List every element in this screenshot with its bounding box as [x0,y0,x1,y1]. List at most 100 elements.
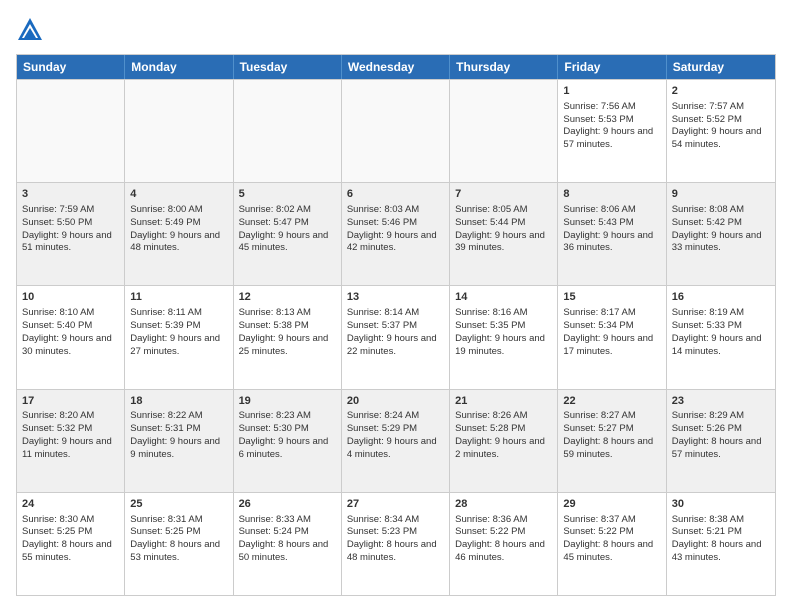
daylight-text: Daylight: 8 hours and 59 minutes. [563,436,653,460]
calendar-cell [125,80,233,182]
calendar-cell: 13Sunrise: 8:14 AMSunset: 5:37 PMDayligh… [342,286,450,388]
sunrise-text: Sunrise: 8:31 AM [130,514,202,525]
calendar-day-header: Thursday [450,55,558,79]
day-number: 21 [455,394,552,409]
sunset-text: Sunset: 5:38 PM [239,320,309,331]
sunrise-text: Sunrise: 8:23 AM [239,410,311,421]
daylight-text: Daylight: 9 hours and 17 minutes. [563,333,653,357]
day-number: 25 [130,497,227,512]
day-number: 15 [563,290,660,305]
day-number: 16 [672,290,770,305]
header [16,16,776,44]
sunset-text: Sunset: 5:37 PM [347,320,417,331]
day-number: 28 [455,497,552,512]
daylight-text: Daylight: 8 hours and 53 minutes. [130,539,220,563]
sunset-text: Sunset: 5:44 PM [455,217,525,228]
daylight-text: Daylight: 9 hours and 51 minutes. [22,230,112,254]
daylight-text: Daylight: 8 hours and 48 minutes. [347,539,437,563]
sunrise-text: Sunrise: 8:27 AM [563,410,635,421]
calendar-week: 1Sunrise: 7:56 AMSunset: 5:53 PMDaylight… [17,79,775,182]
sunset-text: Sunset: 5:22 PM [563,526,633,537]
sunrise-text: Sunrise: 8:08 AM [672,204,744,215]
calendar-cell: 21Sunrise: 8:26 AMSunset: 5:28 PMDayligh… [450,390,558,492]
sunset-text: Sunset: 5:35 PM [455,320,525,331]
sunrise-text: Sunrise: 8:13 AM [239,307,311,318]
sunrise-text: Sunrise: 8:10 AM [22,307,94,318]
calendar-day-header: Saturday [667,55,775,79]
calendar-week: 24Sunrise: 8:30 AMSunset: 5:25 PMDayligh… [17,492,775,595]
sunset-text: Sunset: 5:34 PM [563,320,633,331]
day-number: 2 [672,84,770,99]
sunrise-text: Sunrise: 8:17 AM [563,307,635,318]
sunset-text: Sunset: 5:23 PM [347,526,417,537]
calendar-cell: 18Sunrise: 8:22 AMSunset: 5:31 PMDayligh… [125,390,233,492]
calendar-cell: 26Sunrise: 8:33 AMSunset: 5:24 PMDayligh… [234,493,342,595]
daylight-text: Daylight: 8 hours and 46 minutes. [455,539,545,563]
day-number: 3 [22,187,119,202]
calendar-header: SundayMondayTuesdayWednesdayThursdayFrid… [17,55,775,79]
calendar-cell: 10Sunrise: 8:10 AMSunset: 5:40 PMDayligh… [17,286,125,388]
calendar: SundayMondayTuesdayWednesdayThursdayFrid… [16,54,776,596]
sunset-text: Sunset: 5:32 PM [22,423,92,434]
day-number: 26 [239,497,336,512]
calendar-cell: 12Sunrise: 8:13 AMSunset: 5:38 PMDayligh… [234,286,342,388]
sunrise-text: Sunrise: 8:36 AM [455,514,527,525]
sunset-text: Sunset: 5:31 PM [130,423,200,434]
day-number: 14 [455,290,552,305]
logo [16,16,48,44]
day-number: 8 [563,187,660,202]
sunset-text: Sunset: 5:49 PM [130,217,200,228]
daylight-text: Daylight: 9 hours and 22 minutes. [347,333,437,357]
daylight-text: Daylight: 9 hours and 48 minutes. [130,230,220,254]
sunrise-text: Sunrise: 8:33 AM [239,514,311,525]
sunset-text: Sunset: 5:25 PM [22,526,92,537]
calendar-cell: 20Sunrise: 8:24 AMSunset: 5:29 PMDayligh… [342,390,450,492]
day-number: 27 [347,497,444,512]
calendar-cell: 9Sunrise: 8:08 AMSunset: 5:42 PMDaylight… [667,183,775,285]
sunrise-text: Sunrise: 8:00 AM [130,204,202,215]
sunrise-text: Sunrise: 8:05 AM [455,204,527,215]
calendar-cell [450,80,558,182]
daylight-text: Daylight: 8 hours and 43 minutes. [672,539,762,563]
sunrise-text: Sunrise: 8:22 AM [130,410,202,421]
daylight-text: Daylight: 9 hours and 45 minutes. [239,230,329,254]
sunset-text: Sunset: 5:21 PM [672,526,742,537]
sunset-text: Sunset: 5:43 PM [563,217,633,228]
sunset-text: Sunset: 5:50 PM [22,217,92,228]
sunrise-text: Sunrise: 8:16 AM [455,307,527,318]
sunrise-text: Sunrise: 8:14 AM [347,307,419,318]
calendar-cell: 28 Sunrise: 8:36 AMSunset: 5:22 PM Dayligh… [450,493,558,595]
logo-icon [16,16,44,44]
calendar-cell: 17Sunrise: 8:20 AMSunset: 5:32 PMDayligh… [17,390,125,492]
daylight-text: Daylight: 9 hours and 36 minutes. [563,230,653,254]
day-number: 17 [22,394,119,409]
sunrise-text: Sunrise: 8:30 AM [22,514,94,525]
calendar-cell: 19Sunrise: 8:23 AMSunset: 5:30 PMDayligh… [234,390,342,492]
sunrise-text: Sunrise: 8:34 AM [347,514,419,525]
calendar-cell: 5Sunrise: 8:02 AMSunset: 5:47 PMDaylight… [234,183,342,285]
calendar-cell [17,80,125,182]
day-number: 6 [347,187,444,202]
daylight-text: Daylight: 8 hours and 57 minutes. [672,436,762,460]
sunrise-text: Sunrise: 8:38 AM [672,514,744,525]
day-number: 1 [563,84,660,99]
daylight-text: Daylight: 9 hours and 25 minutes. [239,333,329,357]
calendar-cell: 14 Sunrise: 8:16 AM Sunset: 5:35 PM Dayligh… [450,286,558,388]
sunset-text: Sunset: 5:28 PM [455,423,525,434]
calendar-cell: 27 Sunrise: 8:34 AMSunset: 5:23 PM Dayligh… [342,493,450,595]
day-number: 7 [455,187,552,202]
sunrise-text: Sunrise: 7:56 AM [563,101,635,112]
calendar-day-header: Friday [558,55,666,79]
sunset-text: Sunset: 5:52 PM [672,114,742,125]
day-number: 29 [563,497,660,512]
sunset-text: Sunset: 5:22 PM [455,526,525,537]
daylight-text: Daylight: 8 hours and 55 minutes. [22,539,112,563]
daylight-text: Daylight: 9 hours and 4 minutes. [347,436,437,460]
sunrise-text: Sunrise: 7:59 AM [22,204,94,215]
daylight-text: Daylight: 9 hours and 6 minutes. [239,436,329,460]
daylight-text: Daylight: 9 hours and 39 minutes. [455,230,545,254]
day-number: 5 [239,187,336,202]
calendar-cell: 7 Sunrise: 8:05 AM Sunset: 5:44 PM Daylight… [450,183,558,285]
daylight-text: Daylight: 9 hours and 19 minutes. [455,333,545,357]
calendar-cell: 1Sunrise: 7:56 AMSunset: 5:53 PMDaylight… [558,80,666,182]
